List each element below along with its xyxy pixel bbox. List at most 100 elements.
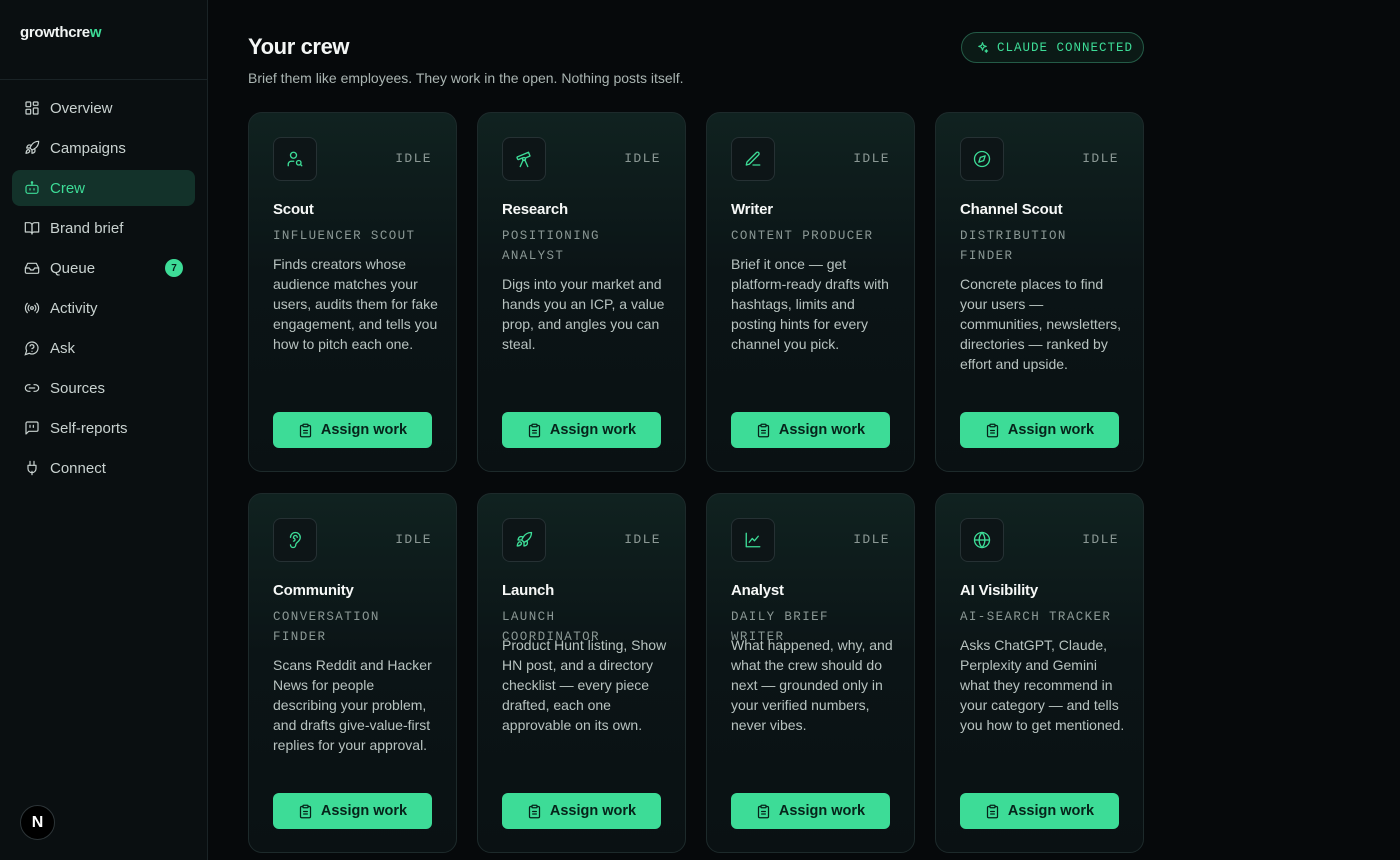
- sidebar-item-label: Ask: [50, 339, 76, 357]
- crew-name: Analyst: [731, 582, 784, 599]
- crew-description: Product Hunt listing, Show HN post, and …: [502, 637, 667, 733]
- sidebar-item-label: Overview: [50, 99, 113, 117]
- sidebar-item-label: Queue: [50, 259, 96, 277]
- status-badge: IDLE: [853, 151, 890, 166]
- crew-card-research: IDLE Research POSITIONING ANALYST Digs into…: [477, 112, 686, 472]
- status-badge: IDLE: [1082, 151, 1119, 166]
- app-logo[interactable]: growthcrew: [20, 24, 101, 41]
- assign-work-label: Assign work: [1007, 422, 1095, 438]
- crew-description: Brief it once — get platform-ready draft…: [731, 256, 889, 352]
- clipboard-icon: [756, 804, 771, 819]
- clipboard-icon: [527, 804, 542, 819]
- crew-name: Community: [273, 582, 354, 599]
- sidebar-item-sources[interactable]: Sources: [12, 370, 195, 406]
- inbox-icon: [24, 260, 40, 276]
- crew-card-writer: IDLE Writer CONTENT PRODUCER Brief it once …: [706, 112, 915, 472]
- crew-role: INFLUENCER SCOUT: [273, 229, 416, 243]
- crew-role: DISTRIBUTION FINDER: [960, 229, 1067, 263]
- clipboard-icon: [298, 804, 313, 819]
- assign-work-button[interactable]: Assign work: [960, 412, 1119, 448]
- clipboard-icon: [985, 804, 1000, 819]
- crew-card-scout: IDLE Scout INFLUENCER SCOUT Finds creators …: [248, 112, 457, 472]
- assign-work-button[interactable]: Assign work: [273, 412, 432, 448]
- globe-icon: [960, 518, 1004, 562]
- status-badge: IDLE: [624, 532, 661, 547]
- bot-icon: [24, 180, 40, 196]
- crew-name: Writer: [731, 201, 773, 218]
- claude-connected-badge: CLAUDE CONNECTED: [960, 32, 1144, 63]
- assign-work-label: Assign work: [320, 803, 408, 819]
- rocket-icon: [502, 518, 546, 562]
- book-icon: [24, 220, 40, 236]
- status-badge: IDLE: [624, 151, 661, 166]
- crew-card-community: IDLE Community CONVERSATION FINDER Scans Re…: [248, 493, 457, 853]
- rocket-icon: [24, 140, 40, 156]
- sidebar-item-overview[interactable]: Overview: [12, 90, 195, 126]
- crew-card-analyst: IDLE Analyst DAILY BRIEF WRITER What happen…: [706, 493, 915, 853]
- assign-work-button[interactable]: Assign work: [731, 793, 890, 829]
- page-subtitle: Brief them like employees. They work in …: [248, 70, 684, 86]
- sidebar: growthcrew Overview Campaigns Crew Brand br…: [0, 0, 208, 860]
- crew-card-channel-scout: IDLE Channel Scout DISTRIBUTION FINDER Conc…: [935, 112, 1144, 472]
- telescope-icon: [502, 137, 546, 181]
- sidebar-item-label: Crew: [50, 179, 86, 197]
- sidebar-item-label: Connect: [50, 459, 106, 477]
- help-circle-icon: [24, 340, 40, 356]
- sidebar-item-campaigns[interactable]: Campaigns: [12, 130, 195, 166]
- assign-work-label: Assign work: [549, 422, 637, 438]
- grid-icon: [24, 100, 40, 116]
- sidebar-item-label: Sources: [50, 379, 106, 397]
- sparkle-icon: [976, 41, 989, 54]
- sidebar-item-activity[interactable]: Activity: [12, 290, 195, 326]
- logo-accent-text: w: [89, 24, 102, 41]
- crew-role: CONTENT PRODUCER: [731, 229, 874, 243]
- crew-description: Digs into your market and hands you an I…: [502, 276, 665, 352]
- sidebar-item-brand-brief[interactable]: Brand brief: [12, 210, 195, 246]
- assign-work-button[interactable]: Assign work: [502, 793, 661, 829]
- sidebar-nav: Overview Campaigns Crew Brand brief Queue 7 Ac…: [12, 90, 195, 490]
- user-search-icon: [273, 137, 317, 181]
- crew-role: AI-SEARCH TRACKER: [960, 610, 1112, 624]
- crew-description: Asks ChatGPT, Claude, Perplexity and Gem…: [960, 637, 1125, 733]
- clipboard-icon: [527, 423, 542, 438]
- sidebar-item-crew[interactable]: Crew: [12, 170, 195, 206]
- sidebar-item-ask[interactable]: Ask: [12, 330, 195, 366]
- sidebar-item-label: Brand brief: [50, 219, 124, 237]
- assign-work-button[interactable]: Assign work: [502, 412, 661, 448]
- assign-work-label: Assign work: [1007, 803, 1095, 819]
- crew-role: CONVERSATION FINDER: [273, 610, 380, 644]
- crew-card-ai-visibility: IDLE AI Visibility AI-SEARCH TRACKER Asks C…: [935, 493, 1144, 853]
- crew-name: Launch: [502, 582, 555, 599]
- crew-description: Concrete places to find your users — com…: [960, 276, 1122, 372]
- crew-name: AI Visibility: [960, 582, 1038, 599]
- ear-icon: [273, 518, 317, 562]
- crew-description: What happened, why, and what the crew sh…: [731, 637, 893, 733]
- sidebar-item-self-reports[interactable]: Self-reports: [12, 410, 195, 446]
- sidebar-item-label: Activity: [50, 299, 98, 317]
- status-badge: IDLE: [1082, 532, 1119, 547]
- assign-work-label: Assign work: [778, 803, 866, 819]
- clipboard-icon: [298, 423, 313, 438]
- sidebar-item-connect[interactable]: Connect: [12, 450, 195, 486]
- broadcast-icon: [24, 300, 40, 316]
- sidebar-item-queue[interactable]: Queue 7: [12, 250, 195, 286]
- crew-description: Scans Reddit and Hacker News for people …: [273, 657, 432, 753]
- page-title: Your crew: [248, 34, 350, 59]
- assign-work-label: Assign work: [549, 803, 637, 819]
- status-badge: IDLE: [853, 532, 890, 547]
- assign-work-label: Assign work: [778, 422, 866, 438]
- compass-icon: [960, 137, 1004, 181]
- message-quote-icon: [24, 420, 40, 436]
- avatar[interactable]: N: [20, 805, 55, 840]
- assign-work-button[interactable]: Assign work: [273, 793, 432, 829]
- crew-role: POSITIONING ANALYST: [502, 229, 600, 263]
- assign-work-button[interactable]: Assign work: [731, 412, 890, 448]
- crew-card-launch: IDLE Launch LAUNCH COORDINATOR Product Hunt…: [477, 493, 686, 853]
- assign-work-button[interactable]: Assign work: [960, 793, 1119, 829]
- sidebar-item-label: Self-reports: [50, 419, 128, 437]
- line-chart-icon: [731, 518, 775, 562]
- crew-name: Scout: [273, 201, 314, 218]
- status-badge: IDLE: [395, 532, 432, 547]
- crew-description: Finds creators whose audience matches yo…: [273, 256, 438, 352]
- crew-name: Channel Scout: [960, 201, 1063, 218]
